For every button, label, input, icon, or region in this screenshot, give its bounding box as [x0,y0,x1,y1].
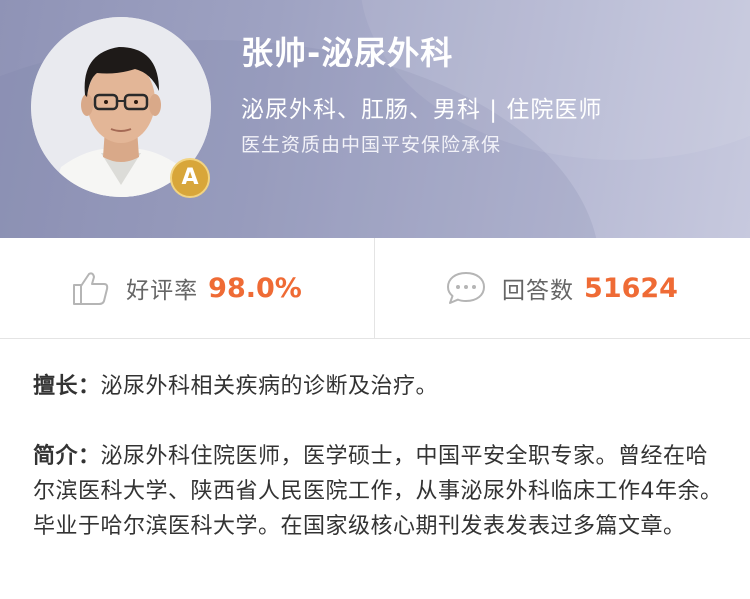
doctor-name: 张帅-泌尿外科 [241,34,454,72]
answers-value: 51624 [584,272,678,304]
intro-text: 泌尿外科住院医师，医学硕士，中国平安全职专家。曾经在哈尔滨医科大学、陕西省人民医… [33,444,723,539]
a-badge-icon: A [170,158,210,198]
specialty-text: 泌尿外科相关疾病的诊断及治疗。 [100,374,439,399]
stats-bar: 好评率 98.0% 回答数 51624 [0,238,750,339]
answers-stat[interactable]: 回答数 51624 [375,238,749,338]
intro-section: 简介：泌尿外科住院医师，医学硕士，中国平安全职专家。曾经在哈尔滨医科大学、陕西省… [33,439,724,544]
doctor-qualification: 医生资质由中国平安保险承保 [241,134,502,156]
thumbs-up-icon [72,270,110,306]
specialty-label: 擅长： [33,374,101,399]
specialty-section: 擅长：泌尿外科相关疾病的诊断及治疗。 [33,369,724,404]
chat-bubble-icon [446,270,486,306]
rating-stat[interactable]: 好评率 98.0% [0,238,374,338]
avatar-container[interactable]: A [31,17,211,198]
rating-value: 98.0% [208,272,302,304]
answers-label: 回答数 [502,278,575,304]
doctor-profile-body: 擅长：泌尿外科相关疾病的诊断及治疗。 简介：泌尿外科住院医师，医学硕士，中国平安… [0,339,750,599]
rating-label: 好评率 [126,278,199,304]
intro-label: 简介： [33,444,101,469]
doctor-department: 泌尿外科、肛肠、男科 | 住院医师 [241,97,603,123]
doctor-header: A 张帅-泌尿外科 泌尿外科、肛肠、男科 | 住院医师 医生资质由中国平安保险承… [0,0,750,238]
